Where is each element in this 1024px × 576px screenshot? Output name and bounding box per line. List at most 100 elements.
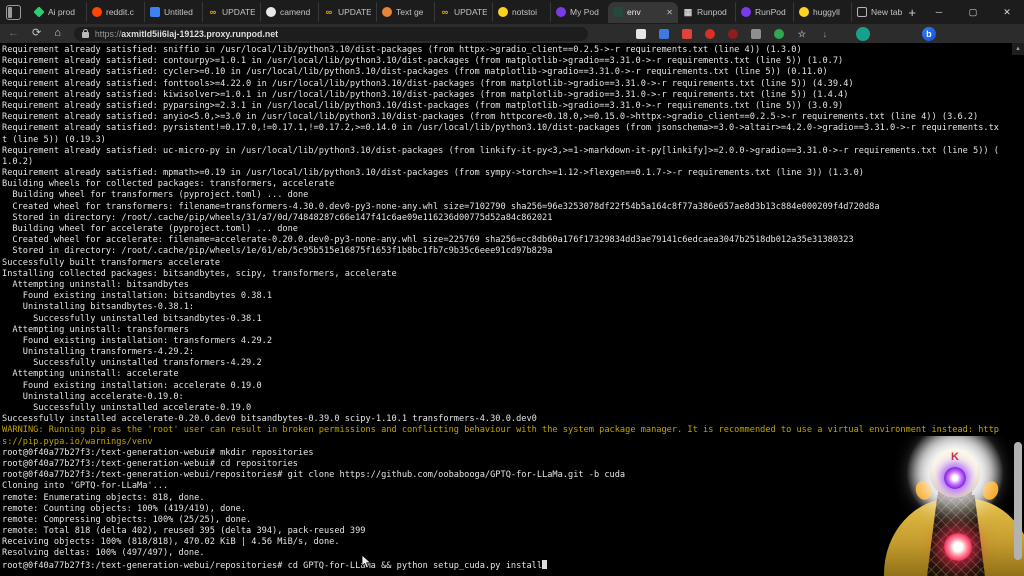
- tab-untitled[interactable]: Untitled: [144, 2, 202, 22]
- lock-icon[interactable]: [81, 28, 89, 38]
- terminal-line: Requirement already satisfied: fonttools…: [2, 78, 854, 89]
- tab-update[interactable]: ∞ UPDATE: [202, 2, 260, 22]
- colab-icon: ∞: [441, 7, 449, 17]
- tab-title: Ai prod: [48, 7, 75, 17]
- terminal-line: remote: Counting objects: 100% (419/419)…: [2, 503, 247, 514]
- tab-title: huggyll: [813, 7, 840, 17]
- tab-update[interactable]: ∞ UPDATE: [318, 2, 376, 22]
- huggingface-icon: [498, 7, 508, 17]
- terminal-line: 1.0.2): [2, 156, 34, 167]
- tab-my-pod[interactable]: My Pod: [550, 2, 608, 22]
- tab-update[interactable]: ∞ UPDATE: [434, 2, 492, 22]
- tab-runpod[interactable]: ▦ Runpod: [678, 2, 735, 22]
- terminal-line: Found existing installation: bitsandbyte…: [2, 291, 273, 302]
- browser-window: Ai prod reddit.c Untitled ∞ UPDATE camend ∞ UPD…: [0, 0, 1024, 576]
- terminal-line: Successfully built transformers accelera…: [2, 257, 221, 268]
- downloads-icon[interactable]: ↓: [820, 29, 830, 39]
- home-icon[interactable]: ⌂: [54, 28, 61, 39]
- terminal-line: Building wheel for accelerate (pyproject…: [2, 224, 298, 234]
- tab-title: notstoi: [512, 7, 538, 17]
- terminal-line: Stored in directory: /root/.cache/pip/wh…: [2, 212, 553, 223]
- terminal-scrollbar[interactable]: ▲: [1012, 43, 1024, 576]
- newtab-icon: [857, 7, 867, 17]
- tab-reddit-c[interactable]: reddit.c: [86, 2, 144, 22]
- tab-new-tab[interactable]: New tab: [851, 2, 902, 22]
- terminal-line: root@0f40a77b27f3:/text-generation-webui…: [2, 559, 1024, 571]
- vertical-tabs-icon[interactable]: [6, 4, 21, 20]
- terminal-line: Created wheel for accelerate: filename=a…: [2, 235, 854, 246]
- terminal-line: Attempting uninstall: transformers: [2, 324, 189, 335]
- extension-gray-icon-glyph: [750, 28, 761, 39]
- tab-runpod[interactable]: RunPod: [735, 2, 793, 22]
- terminal-line: Requirement already satisfied: contourpy…: [2, 56, 844, 67]
- runpod-icon: [741, 7, 751, 17]
- extension-blue-icon[interactable]: [658, 28, 669, 39]
- reddit-icon: [92, 7, 102, 17]
- extension-green-icon[interactable]: [773, 28, 784, 39]
- terminal-line: Building wheels for collected packages: …: [2, 179, 335, 190]
- tab-title: UPDATE: [338, 7, 371, 17]
- scrollbar-thumb[interactable]: [1014, 442, 1022, 560]
- extension-white-icon[interactable]: [635, 28, 646, 39]
- tab-notstoi[interactable]: notstoi: [492, 2, 550, 22]
- window-controls: ─ ▢ ✕: [922, 0, 1024, 24]
- terminal-line: WARNING: Running pip as the 'root' user …: [2, 425, 999, 436]
- extension-maroon-icon-glyph: [727, 28, 738, 39]
- tab-env[interactable]: env ✕: [608, 1, 678, 23]
- colab-icon: ∞: [325, 7, 333, 17]
- tab-title: camend: [280, 7, 311, 17]
- extensions-toolbar: ☆ ↓: [635, 28, 830, 39]
- extension-blue-icon-glyph: [658, 28, 669, 39]
- terminal-line: Uninstalling accelerate-0.19.0:: [2, 391, 184, 402]
- refresh-icon[interactable]: ⟳: [32, 28, 41, 39]
- terminal-line: Requirement already satisfied: pyrsisten…: [2, 123, 999, 134]
- terminal-line: Cloning into 'GPTQ-for-LLaMa'...: [2, 481, 169, 492]
- extension-red-icon[interactable]: [681, 28, 692, 39]
- extension-gray-icon[interactable]: [750, 28, 761, 39]
- favorites-star-icon-glyph: ☆: [797, 28, 806, 39]
- mouse-cursor: [361, 554, 372, 574]
- extension-red-circle-icon[interactable]: [704, 28, 715, 39]
- tab-text-ge[interactable]: Text ge: [376, 2, 434, 22]
- terminal-line: Requirement already satisfied: mpmath>=0…: [2, 168, 864, 179]
- terminal-line: s://pip.pypa.io/warnings/venv: [2, 436, 153, 447]
- tab-close-icon[interactable]: ✕: [665, 8, 673, 17]
- bing-discover-icon[interactable]: b: [921, 26, 936, 41]
- terminal-line: Receiving objects: 100% (818/818), 470.0…: [2, 537, 340, 548]
- terminal-line: Requirement already satisfied: uc-micro-…: [2, 145, 999, 156]
- extension-green-icon-glyph: [773, 28, 784, 39]
- tab-title: reddit.c: [106, 7, 134, 17]
- tab-ai-prod[interactable]: Ai prod: [29, 2, 86, 22]
- favorites-star-icon[interactable]: ☆: [797, 29, 807, 39]
- scrollbar-up-arrow-icon[interactable]: ▲: [1012, 43, 1024, 55]
- minimize-button[interactable]: ─: [922, 0, 956, 24]
- terminal-line: Successfully installed accelerate-0.20.0…: [2, 414, 537, 425]
- terminal-line: Requirement already satisfied: sniffio i…: [2, 45, 802, 55]
- terminal-line: root@0f40a77b27f3:/text-generation-webui…: [2, 447, 314, 458]
- terminal-output[interactable]: Requirement already satisfied: sniffio i…: [0, 43, 1024, 576]
- tab-huggyll[interactable]: huggyll: [793, 2, 851, 22]
- terminal-line: root@0f40a77b27f3:/text-generation-webui…: [2, 470, 626, 481]
- back-icon[interactable]: ←: [8, 28, 19, 39]
- terminal-line: Requirement already satisfied: anyio<5.0…: [2, 112, 979, 123]
- terminal-line: Requirement already satisfied: cycler>=0…: [2, 67, 828, 78]
- terminal-line: Found existing installation: accelerate …: [2, 380, 262, 391]
- terminal-line: Stored in directory: /root/.cache/pip/wh…: [2, 246, 553, 257]
- terminal-cursor: [542, 559, 548, 569]
- close-button[interactable]: ✕: [990, 0, 1024, 24]
- url-scheme: https://: [94, 28, 122, 39]
- env-terminal-icon: [613, 7, 623, 17]
- tab-title: RunPod: [755, 7, 786, 17]
- new-tab-button[interactable]: +: [908, 6, 916, 19]
- terminal-line: Successfully uninstalled transformers-4.…: [2, 358, 262, 369]
- terminal-line: Attempting uninstall: accelerate: [2, 369, 179, 380]
- terminal-line: Uninstalling bitsandbytes-0.38.1:: [2, 302, 195, 313]
- maximize-button[interactable]: ▢: [956, 0, 990, 24]
- profile-avatar[interactable]: [855, 26, 870, 41]
- terminal-text: Requirement already satisfied: sniffio i…: [0, 43, 1024, 571]
- address-bar[interactable]: https://axmitld5ii6laj-19123.proxy.runpo…: [73, 26, 588, 41]
- tab-camend[interactable]: camend: [260, 2, 318, 22]
- terminal-line: Requirement already satisfied: kiwisolve…: [2, 89, 849, 100]
- extension-maroon-icon[interactable]: [727, 28, 738, 39]
- tab-title: Text ge: [396, 7, 424, 17]
